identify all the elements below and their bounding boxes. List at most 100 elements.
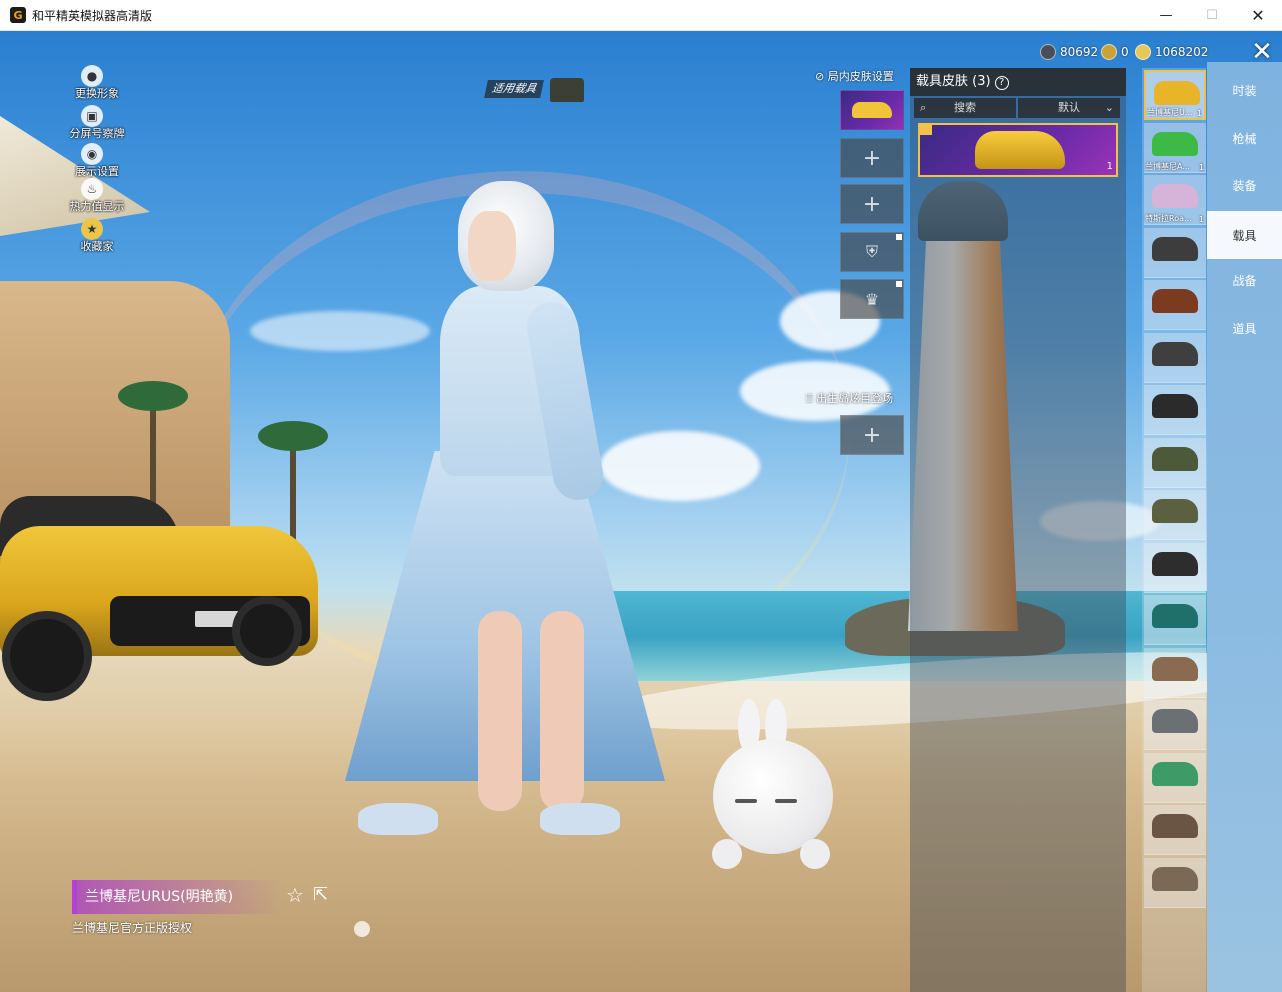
vehicle-label: 特斯拉Roa... bbox=[1145, 214, 1192, 223]
lock-shield-icon: ⛨ bbox=[865, 242, 878, 261]
vehicle-list-item[interactable] bbox=[1144, 700, 1206, 750]
item-license-text: 兰博基尼官方正版授权 bbox=[72, 921, 193, 935]
app-icon: G bbox=[10, 7, 26, 23]
currency-coupon: 1068202 bbox=[1135, 42, 1208, 62]
menu-heat-value[interactable]: ♨ 热力值显示 bbox=[62, 178, 132, 214]
skin-slot-locked-1[interactable]: ⛨ bbox=[840, 232, 904, 272]
skin-slot-2[interactable]: + bbox=[840, 138, 904, 178]
vehicle-list-item[interactable] bbox=[1144, 753, 1206, 803]
vehicle-list-item[interactable] bbox=[1144, 228, 1206, 278]
vehicle-thumbnail bbox=[1152, 499, 1198, 523]
vehicle-thumbnail bbox=[1152, 237, 1198, 261]
vehicle-thumbnail bbox=[1152, 867, 1198, 891]
cloud bbox=[250, 311, 430, 351]
vehicle-list-item[interactable] bbox=[1144, 333, 1206, 383]
menu-label: 展示设置 bbox=[75, 165, 119, 178]
vehicle-list-item[interactable] bbox=[1144, 438, 1206, 488]
tab-fashion[interactable]: 时装 bbox=[1207, 66, 1282, 114]
menu-split-screen[interactable]: ▣ 分屏号察牌 bbox=[62, 105, 132, 141]
skin-car-image bbox=[975, 131, 1065, 169]
tab-items[interactable]: 道具 bbox=[1207, 304, 1282, 352]
vehicle-skin-panel bbox=[910, 68, 1126, 992]
menu-label: 分屏号察牌 bbox=[69, 127, 125, 140]
birth-island-label[interactable]: ⍰ 出生岛炫目登场 bbox=[806, 390, 893, 406]
vehicle-list-item[interactable] bbox=[1144, 543, 1206, 593]
vehicle-list-item[interactable]: 兰博基尼A... 1 bbox=[1144, 123, 1206, 173]
vehicle-list-item[interactable]: 兰博基尼U... 1 bbox=[1144, 70, 1206, 120]
in-game-skin-settings-label[interactable]: ⊘ 局内皮肤设置 bbox=[815, 68, 894, 84]
maximize-button[interactable]: ☐ bbox=[1189, 0, 1235, 31]
currency-value: 80692 bbox=[1060, 45, 1099, 59]
skin-slot-locked-2[interactable]: ♛ bbox=[840, 279, 904, 319]
favorite-star-icon[interactable]: ☆ bbox=[286, 884, 308, 906]
vehicle-list-item[interactable] bbox=[1144, 385, 1206, 435]
minimize-button[interactable]: — bbox=[1143, 0, 1189, 31]
share-icon[interactable]: ⇱ bbox=[313, 884, 335, 906]
vehicle-preview-car[interactable] bbox=[0, 486, 320, 716]
vehicle-label: 兰博基尼U... bbox=[1147, 108, 1193, 117]
chevron-down-icon: ⌄ bbox=[1104, 101, 1114, 114]
currency-silver: 80692 bbox=[1040, 42, 1098, 62]
collector-icon: ★ bbox=[81, 218, 103, 240]
vehicle-count: 1 bbox=[1198, 215, 1204, 224]
skin-search-input[interactable]: ⌕ 搜索 bbox=[914, 98, 1016, 118]
tab-battle-prep[interactable]: 战备 bbox=[1207, 256, 1282, 304]
rotate-view-icon[interactable] bbox=[354, 921, 370, 937]
palm-leaves bbox=[118, 381, 188, 411]
tab-equipment[interactable]: 装备 bbox=[1207, 161, 1282, 209]
tab-firearms[interactable]: 枪械 bbox=[1207, 114, 1282, 162]
window-title: 和平精英模拟器高清版 bbox=[32, 8, 153, 23]
lock-icon bbox=[896, 234, 902, 240]
vehicle-thumbnail bbox=[1152, 709, 1198, 733]
tab-vehicles[interactable]: 载具 bbox=[1207, 211, 1282, 259]
silver-coin-icon bbox=[1040, 44, 1056, 60]
currency-gold-ticket: 0 bbox=[1101, 42, 1129, 62]
skin-slot-3[interactable]: + bbox=[840, 184, 904, 224]
cloud bbox=[600, 431, 760, 501]
skin-slot-1[interactable] bbox=[840, 90, 904, 130]
help-icon[interactable]: ? bbox=[994, 76, 1009, 90]
menu-label: 更换形象 bbox=[75, 87, 119, 100]
vehicle-thumbnail bbox=[1152, 604, 1198, 628]
menu-collector[interactable]: ★ 收藏家 bbox=[62, 218, 132, 254]
vehicle-list-item[interactable] bbox=[1144, 648, 1206, 698]
equipped-corner-icon bbox=[920, 125, 932, 135]
car-wheel bbox=[232, 596, 302, 666]
skin-sort-dropdown[interactable]: 默认 ⌄ bbox=[1018, 98, 1120, 118]
character-leg bbox=[540, 611, 584, 811]
close-window-button[interactable]: ✕ bbox=[1235, 0, 1281, 31]
menu-change-appearance[interactable]: ● 更换形象 bbox=[62, 65, 132, 101]
vehicle-skin-header: 载具皮肤 (3) ? bbox=[910, 68, 1126, 96]
vehicle-thumbnail bbox=[1152, 657, 1198, 681]
vehicle-list-item[interactable] bbox=[1144, 805, 1206, 855]
plus-icon: + bbox=[862, 422, 882, 448]
vehicle-thumbnail bbox=[1152, 814, 1198, 838]
vehicle-list-item[interactable] bbox=[1144, 490, 1206, 540]
search-icon: ⌕ bbox=[920, 101, 927, 114]
vehicle-list-item[interactable] bbox=[1144, 595, 1206, 645]
currency-value: 1068202 bbox=[1155, 45, 1209, 59]
menu-label: 收藏家 bbox=[80, 240, 114, 253]
pet-eye bbox=[775, 799, 797, 803]
birth-island-slot[interactable]: + bbox=[840, 415, 904, 455]
vehicle-list-item[interactable] bbox=[1144, 858, 1206, 908]
plus-icon: + bbox=[862, 145, 882, 171]
pet-rabbit[interactable] bbox=[713, 739, 833, 854]
flame-icon: ♨ bbox=[81, 178, 103, 200]
skin-card-selected[interactable]: 1 bbox=[918, 123, 1118, 177]
pet-eye bbox=[735, 799, 757, 803]
vehicle-thumbnail bbox=[1152, 447, 1198, 471]
vehicle-thumbnail bbox=[1152, 289, 1198, 313]
crown-icon: ♛ bbox=[864, 289, 880, 309]
apply-vehicle-tag: 适用载具 bbox=[484, 80, 544, 98]
pet-foot bbox=[800, 839, 830, 869]
lock-icon bbox=[896, 281, 902, 287]
currency-value: 0 bbox=[1121, 45, 1129, 59]
item-name: 兰博基尼URUS(明艳黄) bbox=[72, 880, 282, 914]
menu-display-settings[interactable]: ◉ 展示设置 bbox=[62, 143, 132, 179]
help-icon: ⍰ bbox=[806, 392, 817, 405]
car-wheel bbox=[2, 611, 92, 701]
vehicle-list-item[interactable] bbox=[1144, 280, 1206, 330]
vehicle-thumbnail bbox=[1152, 552, 1198, 576]
vehicle-list-item[interactable]: 特斯拉Roa... 1 bbox=[1144, 175, 1206, 225]
